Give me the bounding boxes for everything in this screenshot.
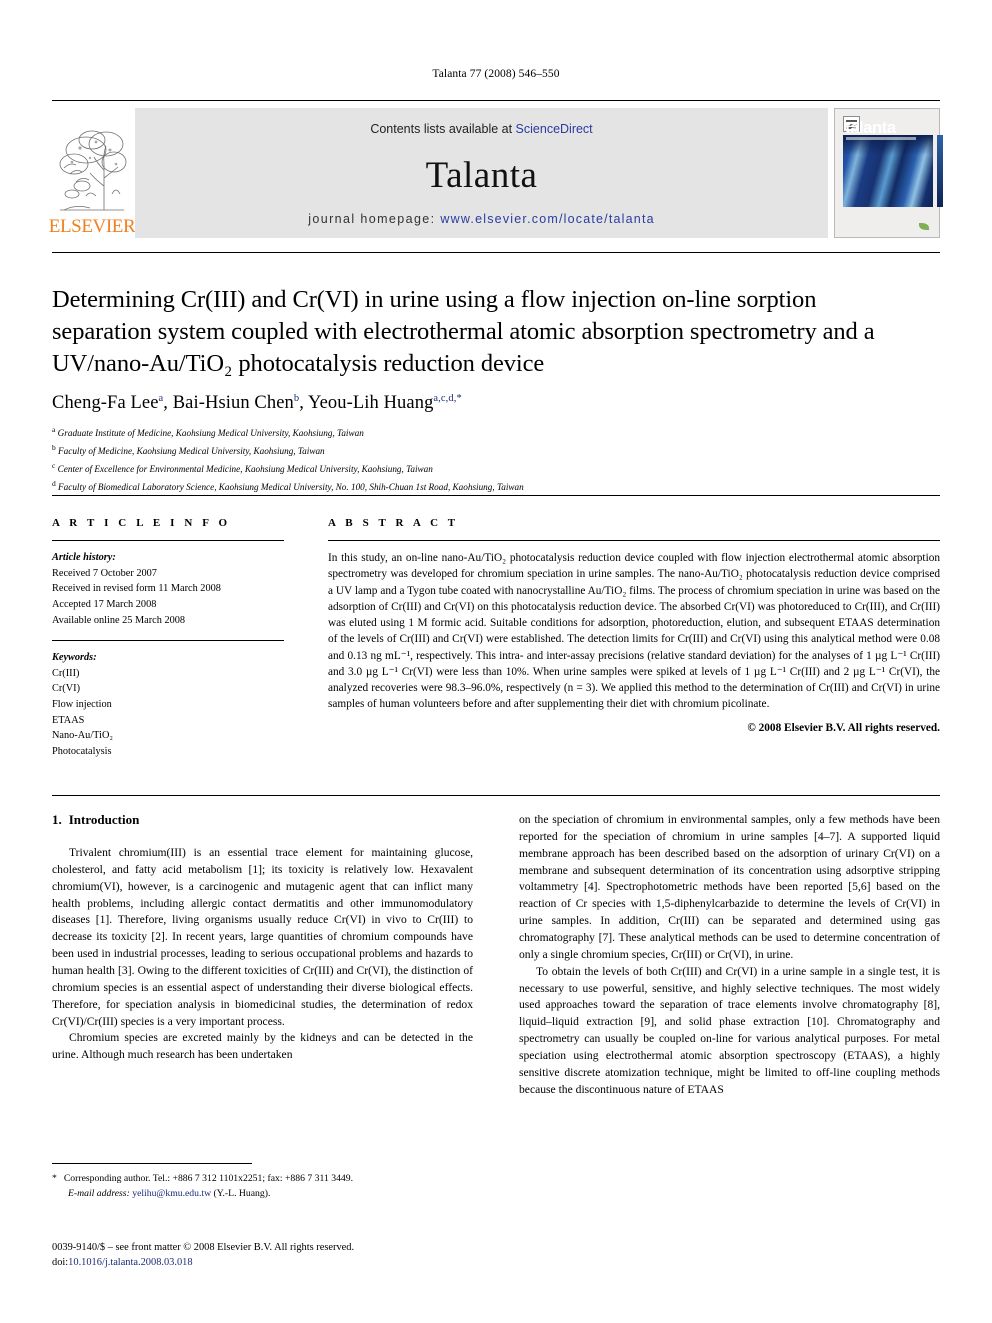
page-title: Determining Cr(III) and Cr(VI) in urine … (52, 286, 875, 377)
affiliation-text: Center of Excellence for Environmental M… (57, 463, 433, 474)
elsevier-tree-icon (56, 124, 128, 216)
author-list: Cheng-Fa Leea, Bai-Hsiun Chenb, Yeou-Lih… (52, 393, 462, 414)
author-affiliation-mark: b (293, 393, 300, 404)
elsevier-leaf-icon (919, 223, 931, 230)
body-divider (52, 795, 940, 796)
doi-label: doi: (52, 1257, 69, 1269)
journal-cover-thumbnail: talanta (834, 108, 943, 238)
author-name: Yeou-Lih Huang (308, 393, 434, 414)
affiliation-item: c Center of Excellence for Environmental… (52, 460, 912, 478)
footnote-star-marker: * (52, 1173, 57, 1184)
sciencedirect-link[interactable]: ScienceDirect (516, 122, 593, 136)
keyword-item: Cr(VI) (52, 683, 81, 695)
body-paragraph: Chromium species are excreted mainly by … (52, 1031, 473, 1062)
email-link[interactable]: yelihu@kmu.edu.tw (132, 1188, 211, 1199)
affiliation-item: a Graduate Institute of Medicine, Kaohsi… (52, 424, 912, 442)
doi-line: doi:10.1016/j.talanta.2008.03.018 (52, 1255, 552, 1270)
affiliation-mark: b (52, 442, 56, 452)
author-name: Bai-Hsiun Chen (172, 393, 294, 414)
author-affiliation-mark: a (158, 393, 164, 404)
email-suffix: (Y.-L. Huang). (213, 1187, 271, 1199)
keywords-rule (52, 640, 284, 642)
affiliation-mark: a (52, 425, 56, 434)
section-heading-introduction: 1. Introduction (52, 812, 473, 828)
contents-prefix: Contents lists available at (370, 122, 516, 136)
abstract-copyright: © 2008 Elsevier B.V. All rights reserved… (747, 721, 940, 734)
abstract-rule (328, 540, 940, 541)
affiliation-mark: c (52, 460, 56, 470)
journal-banner: ELSEVIER Contents lists available at Sci… (49, 100, 943, 238)
email-line: E-mail address: yelihu@kmu.edu.tw (Y.-L.… (52, 1187, 473, 1202)
article-info-rule (52, 540, 284, 541)
elsevier-wordmark: ELSEVIER (48, 216, 136, 237)
footnote-divider (52, 1163, 252, 1164)
keywords-label: Keywords: (52, 652, 97, 664)
journal-homepage-line: journal homepage: www.elsevier.com/locat… (135, 212, 828, 226)
contents-available-line: Contents lists available at ScienceDirec… (135, 122, 828, 136)
cover-subtitle-bar (846, 137, 916, 140)
corresponding-author-text: Corresponding author. Tel.: +886 7 312 1… (63, 1173, 354, 1184)
affiliation-item: d Faculty of Biomedical Laboratory Scien… (52, 478, 912, 496)
keyword-item: Flow injection (52, 699, 112, 711)
issn-line: 0039-9140/$ – see front matter © 2008 El… (52, 1242, 355, 1253)
body-column-left: 1. Introduction Trivalent chromium(III) i… (52, 812, 473, 1064)
section-title: Introduction (68, 812, 140, 827)
info-divider (52, 495, 940, 496)
abstract-heading: A B S T R A C T (328, 517, 459, 529)
keyword-item: Cr(III) (52, 667, 80, 679)
history-item: Available online 25 March 2008 (52, 614, 186, 626)
running-head: Talanta 77 (2008) 546–550 (432, 68, 560, 80)
affiliation-mark: d (52, 478, 56, 488)
keyword-item: ETAAS (52, 714, 85, 726)
body-paragraph: on the speciation of chromium in environ… (519, 813, 940, 961)
affiliation-item: b Faculty of Medicine, Kaohsiung Medical… (52, 442, 912, 460)
body-column-right: on the speciation of chromium in environ… (519, 812, 940, 1099)
homepage-prefix: journal homepage: (308, 212, 441, 226)
section-number: 1. (52, 812, 62, 827)
body-paragraph: To obtain the levels of both Cr(III) and… (519, 964, 940, 1096)
journal-banner-center: Contents lists available at ScienceDirec… (135, 108, 828, 238)
cover-journal-name: talanta (845, 118, 896, 137)
article-history-label: Article history: (52, 552, 116, 563)
affiliation-text: Faculty of Biomedical Laboratory Science… (58, 481, 524, 492)
keyword-item: Photocatalysis (52, 746, 112, 758)
keyword-item: Nano-Au/TiO₂ (52, 730, 113, 742)
affiliation-list: a Graduate Institute of Medicine, Kaohsi… (52, 424, 912, 496)
history-item: Accepted 17 March 2008 (52, 598, 157, 610)
keywords-block: Keywords: Cr(III) Cr(VI) Flow injection … (52, 650, 284, 759)
affiliation-text: Faculty of Medicine, Kaohsiung Medical U… (58, 445, 325, 456)
history-item: Received in revised form 11 March 2008 (52, 583, 221, 595)
abstract-text: In this study, an on-line nano-Au/TiO₂ p… (328, 552, 940, 711)
issn-doi-block: 0039-9140/$ – see front matter © 2008 El… (52, 1240, 552, 1271)
cover-spine (937, 135, 943, 207)
paper-page: Talanta 77 (2008) 546–550 ELSEVIER Conte… (0, 0, 992, 1323)
abstract-column: A B S T R A C T In this study, an on-lin… (328, 517, 940, 734)
corresponding-author-footnote: * Corresponding author. Tel.: +886 7 312 … (52, 1172, 473, 1201)
author-name: Cheng-Fa Lee (52, 393, 159, 414)
article-info-heading: A R T I C L E I N F O (52, 517, 231, 529)
body-paragraph: Trivalent chromium(III) is an essential … (52, 846, 473, 1028)
email-label: E-mail address: (68, 1187, 130, 1199)
author-affiliation-mark: a,c,d,* (433, 393, 462, 404)
journal-title: Talanta (425, 155, 538, 196)
article-history-block: Article history: Received 7 October 2007… (52, 550, 284, 628)
elsevier-logo: ELSEVIER (49, 108, 136, 238)
doi-link[interactable]: 10.1016/j.talanta.2008.03.018 (68, 1257, 192, 1268)
article-info-column: A R T I C L E I N F O Article history: R… (52, 517, 284, 760)
cover-artwork (843, 135, 933, 207)
affiliation-text: Graduate Institute of Medicine, Kaohsiun… (57, 428, 364, 439)
history-item: Received 7 October 2007 (52, 567, 157, 579)
homepage-url-link[interactable]: www.elsevier.com/locate/talanta (440, 212, 654, 226)
title-divider (52, 252, 940, 253)
